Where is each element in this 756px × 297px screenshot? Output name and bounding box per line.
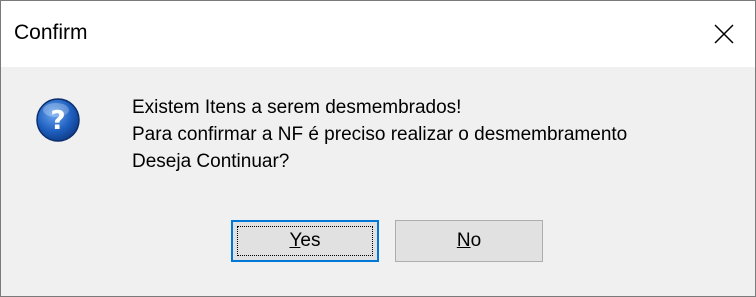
no-label-rest: o xyxy=(470,230,482,251)
no-button[interactable]: No xyxy=(395,220,543,262)
close-button[interactable] xyxy=(693,1,755,67)
message-line-3: Deseja Continuar? xyxy=(132,151,290,172)
message-text: Existem Itens a serem desmembrados! Para… xyxy=(132,94,627,175)
focus-ring xyxy=(237,226,373,256)
dialog-content: ? Existem Itens a serem desmembrados! Pa… xyxy=(1,67,755,296)
window-title: Confirm xyxy=(14,21,88,44)
no-mnemonic: N xyxy=(456,230,471,251)
svg-text:?: ? xyxy=(50,106,65,136)
question-icon: ? xyxy=(36,98,80,142)
message-line-1: Existem Itens a serem desmembrados! xyxy=(132,97,462,118)
confirm-dialog: Confirm ? Existem Itens a serem desmembr… xyxy=(0,0,756,297)
close-icon xyxy=(714,24,734,44)
title-bar[interactable]: Confirm xyxy=(1,1,755,67)
message-line-2: Para confirmar a NF é preciso realizar o… xyxy=(132,124,628,145)
yes-button[interactable]: Yes xyxy=(231,220,379,262)
